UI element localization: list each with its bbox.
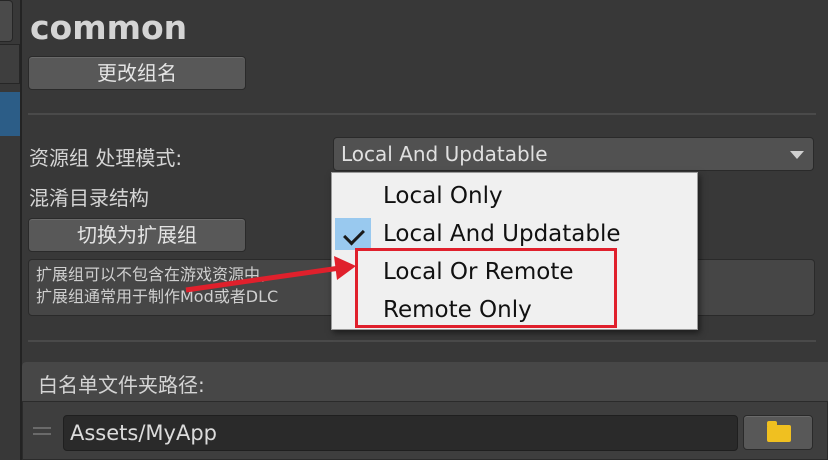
annotation-arrow bbox=[185, 256, 356, 293]
